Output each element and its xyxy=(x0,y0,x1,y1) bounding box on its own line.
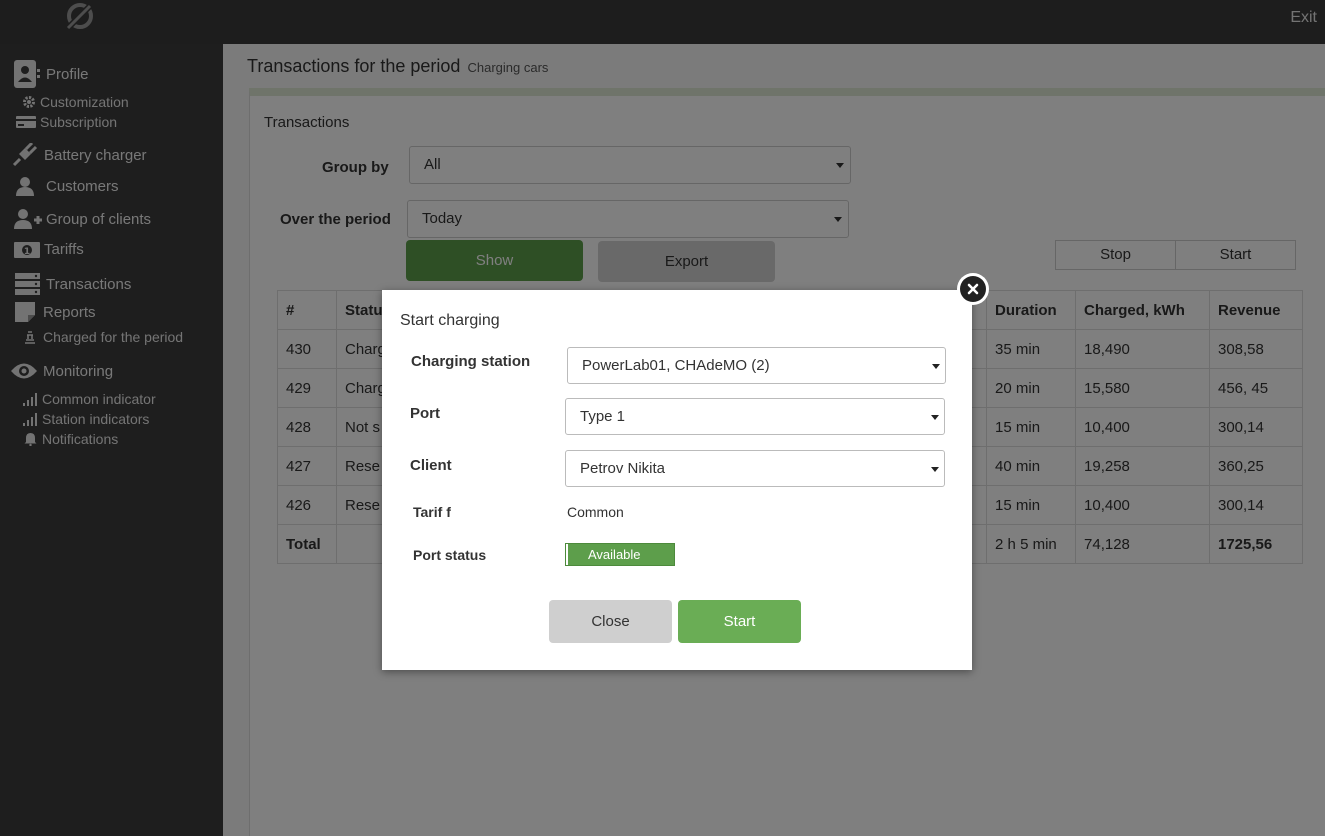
port-select[interactable]: Type 1 xyxy=(565,398,945,435)
port-status-label: Port status xyxy=(413,547,487,563)
client-select[interactable]: Petrov Nikita xyxy=(565,450,945,487)
tariff-value: Common xyxy=(567,504,624,520)
station-label: Charging station xyxy=(411,353,531,370)
client-value: Petrov Nikita xyxy=(580,460,666,477)
port-value: Type 1 xyxy=(580,408,626,425)
client-label: Client xyxy=(410,457,452,474)
start-charging-button[interactable]: Start xyxy=(678,600,801,643)
status-badge: Available xyxy=(565,543,675,566)
dialog-title: Start charging xyxy=(400,312,500,329)
chevron-down-icon xyxy=(931,415,939,420)
close-icon xyxy=(960,276,986,302)
charging-station-select[interactable]: PowerLab01, CHAdeMO (2) xyxy=(567,347,946,384)
station-value: PowerLab01, CHAdeMO (2) xyxy=(582,357,770,374)
close-button[interactable]: Close xyxy=(549,600,672,643)
start-charging-dialog: Start charging Charging station PowerLab… xyxy=(382,290,972,670)
port-label: Port xyxy=(410,405,440,422)
chevron-down-icon xyxy=(932,364,940,369)
tariff-label: Tarif f xyxy=(413,504,451,520)
dialog-close-button[interactable] xyxy=(957,273,989,305)
chevron-down-icon xyxy=(931,467,939,472)
